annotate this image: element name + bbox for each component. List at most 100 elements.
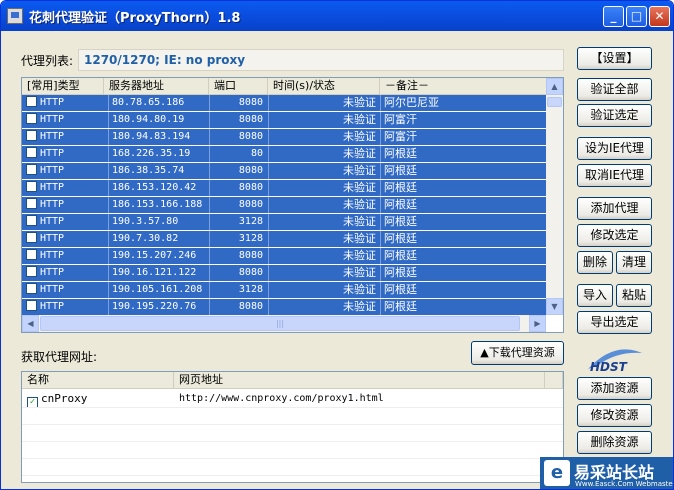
proxy-row[interactable]: HTTP 180.94.80.19 8080 未验证 阿富汗 [22, 112, 546, 129]
scroll-down-icon[interactable]: ▼ [546, 298, 563, 315]
delete-source-button[interactable]: 删除资源 [577, 431, 652, 454]
proxy-status-cell: 未验证 [268, 163, 379, 179]
maximize-button[interactable]: □ [626, 6, 647, 27]
minimize-button[interactable]: _ [603, 6, 624, 27]
proxy-type-cell: HTTP [26, 112, 104, 128]
app-window: 花刺代理验证（ProxyThorn）1.8 _ □ ✕ 代理列表: 1270/1… [0, 0, 674, 490]
settings-button[interactable]: 【设置】 [577, 47, 652, 70]
column-header-url[interactable]: 网页地址 [174, 372, 545, 389]
proxy-address-cell: 186.153.120.42 [108, 180, 208, 196]
row-checkbox[interactable] [26, 249, 37, 260]
row-checkbox[interactable] [26, 266, 37, 277]
grid-line [22, 458, 563, 459]
proxy-status-cell: 未验证 [268, 112, 379, 128]
column-header-type[interactable]: [常用]类型 [22, 78, 104, 95]
row-checkbox[interactable] [26, 113, 37, 124]
hdst-logo: HDST [588, 349, 642, 374]
source-row[interactable]: ✓ cnProxy http://www.cnproxy.com/proxy1.h… [22, 390, 563, 408]
proxy-list-vertical-scrollbar[interactable]: ▲ ▼ [546, 78, 563, 315]
column-header-address[interactable]: 服务器地址 [104, 78, 209, 95]
row-checkbox[interactable] [26, 283, 37, 294]
proxy-row[interactable]: HTTP 190.195.220.76 8080 未验证 阿根廷 [22, 299, 546, 316]
proxy-row[interactable]: HTTP 190.15.207.246 8080 未验证 阿根廷 [22, 248, 546, 265]
row-checkbox[interactable] [26, 181, 37, 192]
scroll-left-icon[interactable]: ◀ [22, 315, 39, 332]
vertical-scroll-thumb[interactable] [547, 97, 562, 107]
set-ie-proxy-button[interactable]: 设为IE代理 [577, 137, 652, 160]
row-checkbox[interactable] [26, 96, 37, 107]
proxy-row[interactable]: HTTP 80.78.65.186 8080 未验证 阿尔巴尼亚 [22, 95, 546, 112]
row-checkbox[interactable] [26, 130, 37, 141]
proxy-port-cell: 8080 [209, 163, 267, 179]
proxy-type-cell: HTTP [26, 248, 104, 264]
grid-line [22, 407, 563, 408]
proxy-port-cell: 3128 [209, 214, 267, 230]
scroll-right-icon[interactable]: ▶ [529, 315, 546, 332]
verify-all-button[interactable]: 验证全部 [577, 78, 652, 101]
proxy-list-horizontal-scrollbar[interactable]: ◀ ||| ▶ [22, 315, 546, 332]
scroll-up-icon[interactable]: ▲ [546, 78, 563, 95]
row-checkbox[interactable] [26, 198, 37, 209]
close-button[interactable]: ✕ [649, 6, 670, 27]
verify-selected-button[interactable]: 验证选定 [577, 104, 652, 127]
add-source-button[interactable]: 添加资源 [577, 377, 652, 400]
column-header-port[interactable]: 端口 [209, 78, 268, 95]
proxy-status-cell: 未验证 [268, 299, 379, 315]
proxy-row[interactable]: HTTP 180.94.83.194 8080 未验证 阿富汗 [22, 129, 546, 146]
source-list[interactable]: 名称 网页地址 ✓ cnProxy http://www.cnproxy.com/… [21, 371, 564, 483]
proxy-row[interactable]: HTTP 190.105.161.208 3128 未验证 阿根廷 [22, 282, 546, 299]
row-checkbox[interactable] [26, 300, 37, 311]
proxy-row[interactable]: HTTP 190.7.30.82 3128 未验证 阿根廷 [22, 231, 546, 248]
proxy-status-cell: 未验证 [268, 197, 379, 213]
proxy-list[interactable]: [常用]类型 服务器地址 端口 时间(s)/状态 －备注－ HTTP 80.78.… [21, 77, 564, 333]
row-checkbox[interactable] [26, 164, 37, 175]
watermark-logo-icon: e [544, 460, 570, 486]
app-icon[interactable] [7, 8, 23, 24]
proxy-note-cell: 阿根廷 [380, 146, 546, 162]
proxy-status-cell: 未验证 [268, 248, 379, 264]
proxy-type: HTTP [40, 182, 65, 193]
import-button[interactable]: 导入 [577, 284, 613, 307]
column-header-note[interactable]: －备注－ [380, 78, 563, 95]
proxy-type-cell: HTTP [26, 197, 104, 213]
title-bar[interactable]: 花刺代理验证（ProxyThorn）1.8 _ □ ✕ [1, 1, 673, 31]
proxy-status-cell: 未验证 [268, 129, 379, 145]
proxy-address-cell: 80.78.65.186 [108, 95, 208, 111]
paste-button[interactable]: 粘贴 [616, 284, 652, 307]
proxy-type: HTTP [40, 131, 65, 142]
proxy-row[interactable]: HTTP 186.153.120.42 8080 未验证 阿根廷 [22, 180, 546, 197]
column-header-spacer [545, 372, 563, 389]
proxy-note-cell: 阿根廷 [380, 180, 546, 196]
proxy-row[interactable]: HTTP 186.38.35.74 8080 未验证 阿根廷 [22, 163, 546, 180]
row-checkbox[interactable] [26, 232, 37, 243]
source-name-cell: ✓ cnProxy [27, 390, 87, 408]
proxy-row[interactable]: HTTP 186.153.166.188 8080 未验证 阿根廷 [22, 197, 546, 214]
column-header-name[interactable]: 名称 [22, 372, 174, 389]
row-checkbox[interactable] [26, 147, 37, 158]
delete-button[interactable]: 删除 [577, 251, 613, 274]
clear-button[interactable]: 清理 [616, 251, 652, 274]
proxy-port-cell: 3128 [209, 231, 267, 247]
download-proxy-source-button[interactable]: ▲下载代理资源 [471, 341, 564, 365]
proxy-row[interactable]: HTTP 190.3.57.80 3128 未验证 阿根廷 [22, 214, 546, 231]
proxy-note-cell: 阿根廷 [380, 248, 546, 264]
fetch-source-label: 获取代理网址: [21, 350, 98, 364]
row-checkbox[interactable] [26, 215, 37, 226]
cancel-ie-proxy-button[interactable]: 取消IE代理 [577, 164, 652, 187]
proxy-status-cell: 未验证 [268, 231, 379, 247]
proxy-note-cell: 阿富汗 [380, 112, 546, 128]
horizontal-scroll-thumb[interactable]: ||| [40, 316, 520, 331]
proxy-note-cell: 阿富汗 [380, 129, 546, 145]
edit-source-button[interactable]: 修改资源 [577, 404, 652, 427]
edit-selected-button[interactable]: 修改选定 [577, 224, 652, 247]
grid-line [22, 424, 563, 425]
proxy-address-cell: 180.94.83.194 [108, 129, 208, 145]
add-proxy-button[interactable]: 添加代理 [577, 197, 652, 220]
source-list-header: 名称 网页地址 [22, 372, 563, 389]
proxy-address-cell: 186.153.166.188 [108, 197, 208, 213]
column-header-status[interactable]: 时间(s)/状态 [268, 78, 380, 95]
proxy-row[interactable]: HTTP 168.226.35.19 80 未验证 阿根廷 [22, 146, 546, 163]
proxy-type-cell: HTTP [26, 214, 104, 230]
export-selected-button[interactable]: 导出选定 [577, 311, 652, 334]
proxy-row[interactable]: HTTP 190.16.121.122 8080 未验证 阿根廷 [22, 265, 546, 282]
